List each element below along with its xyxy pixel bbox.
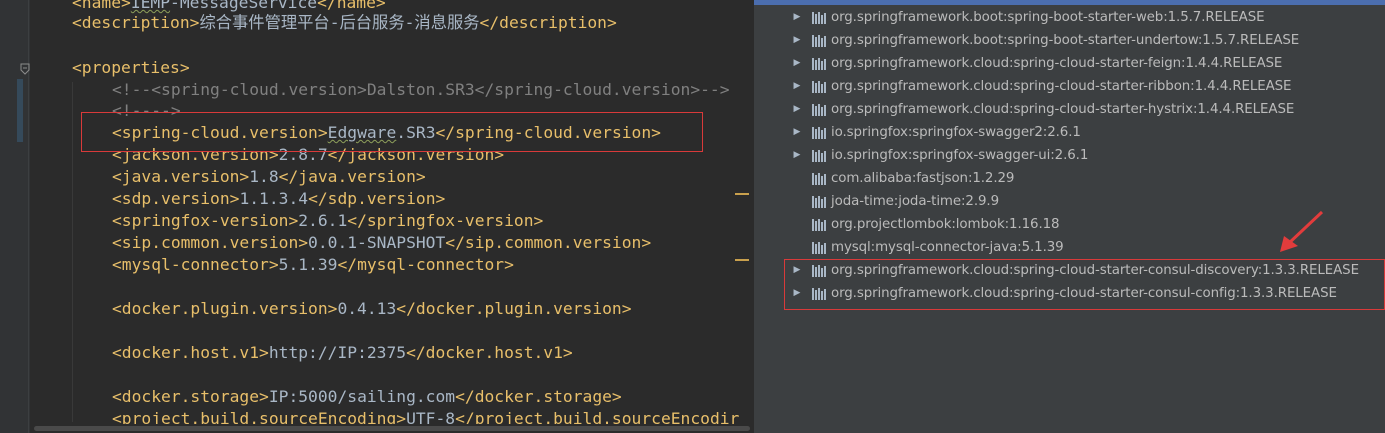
dependency-label: io.springfox:springfox-swagger2:2.6.1 [831,125,1081,140]
library-bars-icon [812,35,826,47]
library-bars-icon [812,127,826,139]
code-token: 5.1.39 [278,255,338,274]
code-token: <properties> [72,58,190,77]
code-line: <sip.common.version>0.0.1-SNAPSHOT</sip.… [112,232,651,254]
code-token: 0.4.13 [337,299,397,318]
chevron-right-icon[interactable]: ▶ [792,121,802,144]
code-line: <description>综合事件管理平台-后台服务-消息服务</descrip… [72,12,617,34]
library-bars-icon [812,150,826,162]
code-editor[interactable]: <name>IEMP-MessageService</name> <descrip… [0,0,750,433]
error-stripe-mark[interactable] [735,259,749,261]
editor-gutter [0,0,30,433]
code-token: <description> [72,13,200,32]
dependency-row[interactable]: ▶ org.springframework.boot:spring-boot-st… [754,29,1385,52]
code-token: 0.0.1-SNAPSHOT [308,233,446,252]
dependency-label: org.springframework.boot:spring-boot-sta… [831,33,1300,48]
dependency-label: org.springframework.cloud:spring-cloud-s… [831,56,1283,71]
library-bars-icon [812,104,826,116]
code-token: <sdp.version> [112,189,240,208]
code-token: </java.version> [278,167,426,186]
code-line: <mysql-connector>5.1.39</mysql-connector… [112,254,514,276]
code-line: <docker.host.v1>http://IP:2375</docker.h… [112,342,573,364]
chevron-right-icon[interactable]: ▶ [792,6,802,29]
code-line: <springfox-version>2.6.1</springfox-vers… [112,210,543,232]
code-token: </sip.common.version> [445,233,652,252]
code-lines: <name>IEMP-MessageService</name> <descrip… [72,0,748,433]
chevron-right-icon[interactable]: ▶ [792,144,802,167]
dependency-label: com.alibaba:fastjson:1.2.29 [831,171,1015,186]
chevron-right-icon[interactable]: ▶ [792,98,802,121]
dependency-row[interactable]: ▶ org.springframework.cloud:spring-cloud-… [754,52,1385,75]
code-token: </docker.storage> [455,387,622,406]
code-line: <docker.storage>IP:5000/sailing.com</doc… [112,386,622,408]
code-token: <docker.storage> [112,387,269,406]
highlight-box-spring-cloud-version [81,112,703,152]
code-token: </name> [317,0,386,12]
code-line: <!--<spring-cloud.version>Dalston.SR3</s… [112,79,730,101]
code-token: <springfox-version> [112,211,299,230]
code-token: <docker.plugin.version> [112,299,338,318]
code-token: IEMP [130,0,171,12]
dependency-row[interactable]: com.alibaba:fastjson:1.2.29 [754,167,1385,190]
code-token: <docker.host.v1> [112,343,269,362]
chevron-right-icon[interactable]: ▶ [792,29,802,52]
selected-row-edge [754,0,1385,5]
dependency-label: org.springframework.cloud:spring-cloud-s… [831,102,1295,117]
library-bars-icon [812,196,826,208]
code-token: </sdp.version> [308,189,446,208]
library-bars-icon [812,58,826,70]
chevron-right-icon[interactable]: ▶ [792,52,802,75]
vcs-change-marker[interactable] [17,79,23,142]
code-token: 1.8 [249,167,279,186]
dependency-row[interactable]: ▶ org.springframework.cloud:spring-cloud-… [754,98,1385,121]
highlight-box-consul-dependencies [784,259,1385,310]
horizontal-scrollbar[interactable] [30,424,750,433]
dependency-label: org.projectlombok:lombok:1.16.18 [831,217,1060,232]
library-bars-icon [812,12,826,24]
code-token: 综合事件管理平台-后台服务-消息服务 [199,13,480,32]
code-line: <properties> [72,57,190,79]
library-bars-icon [812,81,826,93]
code-token: <mysql-connector> [112,255,279,274]
maven-dependencies-tree[interactable]: ▶ org.springframework.boot:spring-boot-st… [754,0,1385,433]
red-arrow-annotation-icon [1280,210,1324,252]
code-token: </description> [479,13,617,32]
dependency-row[interactable]: ▶ org.springframework.cloud:spring-cloud-… [754,75,1385,98]
dependency-row[interactable]: ▶ org.springframework.boot:spring-boot-st… [754,6,1385,29]
code-token: <name> [72,0,131,12]
library-bars-icon [812,219,826,231]
code-token: <java.version> [112,167,250,186]
code-token: <!--<spring-cloud.version>Dalston.SR3</s… [112,80,730,99]
code-token: <sip.common.version> [112,233,309,252]
library-bars-icon [812,173,826,185]
code-token: 2.6.1 [298,211,348,230]
dependency-label: mysql:mysql-connector-java:5.1.39 [831,240,1064,255]
code-token: -MessageService [170,0,318,12]
code-line: <sdp.version>1.1.3.4</sdp.version> [112,188,445,210]
dependency-row[interactable]: ▶ io.springfox:springfox-swagger2:2.6.1 [754,121,1385,144]
dependency-label: org.springframework.boot:spring-boot-sta… [831,10,1265,25]
dependency-label: org.springframework.cloud:spring-cloud-s… [831,79,1292,94]
chevron-right-icon[interactable]: ▶ [792,75,802,98]
code-token: </springfox-version> [347,211,544,230]
dependency-label: joda-time:joda-time:2.9.9 [831,194,1000,209]
code-token: </docker.host.v1> [406,343,573,362]
fold-collapse-icon[interactable] [20,63,30,75]
scrollbar-thumb[interactable] [34,426,750,431]
code-token: </docker.plugin.version> [396,299,632,318]
code-line: <docker.plugin.version>0.4.13</docker.pl… [112,298,632,320]
library-bars-icon [812,242,826,254]
dependency-row[interactable]: ▶ io.springfox:springfox-swagger-ui:2.6.1 [754,144,1385,167]
code-token: IP:5000/sailing.com [268,387,456,406]
code-token: 1.1.3.4 [239,189,309,208]
code-token: </mysql-connector> [337,255,514,274]
code-token: http://IP:2375 [268,343,407,362]
error-stripe-mark[interactable] [735,193,749,195]
dependency-label: io.springfox:springfox-swagger-ui:2.6.1 [831,148,1089,163]
code-line: <java.version>1.8</java.version> [112,166,426,188]
